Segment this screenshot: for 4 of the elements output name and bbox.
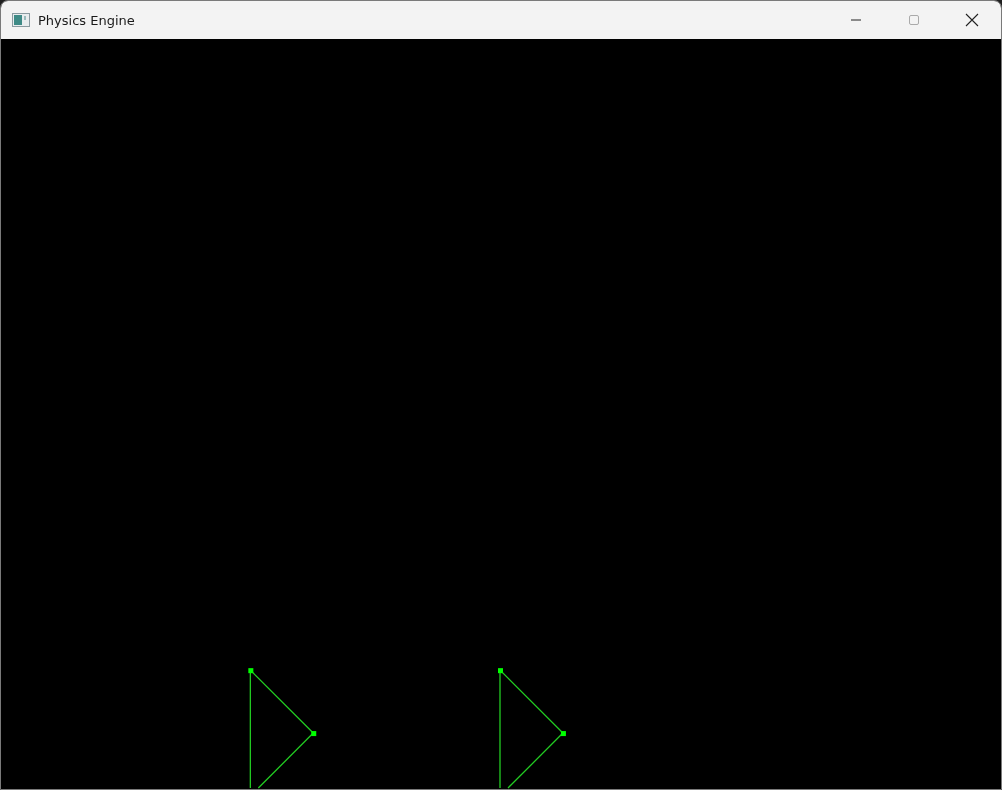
maximize-icon bbox=[908, 14, 920, 26]
app-icon bbox=[12, 13, 30, 27]
close-icon bbox=[965, 13, 979, 27]
window-title: Physics Engine bbox=[38, 12, 136, 28]
